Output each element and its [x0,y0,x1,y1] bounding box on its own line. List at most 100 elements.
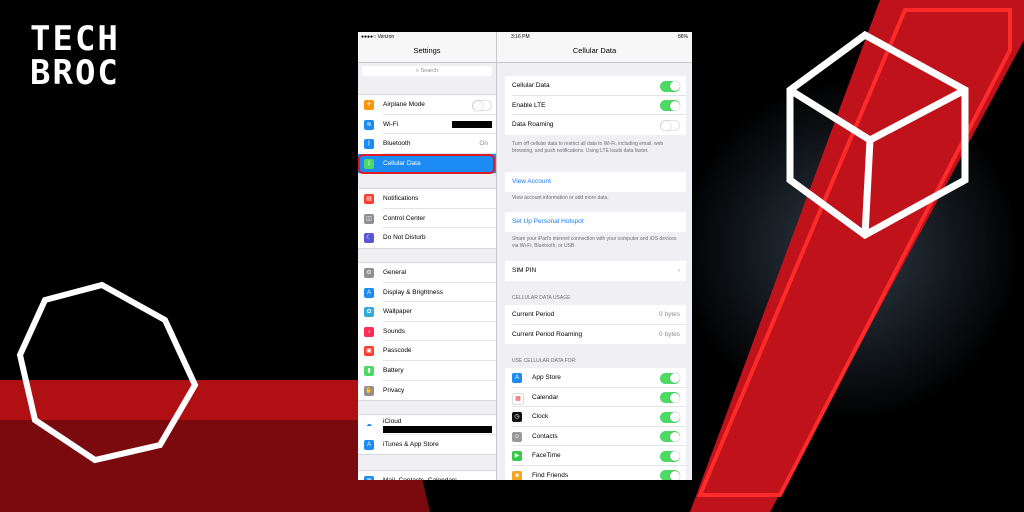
sim-pin-label: SIM PIN [512,267,537,274]
row-value: 0 bytes [659,311,680,318]
sidebar-item-sounds[interactable]: ♪ Sounds [358,322,496,342]
sidebar-item-icloud[interactable]: ☁ iCloud [358,415,496,435]
moon-icon: ☾ [364,233,374,244]
app-row-calendar: ▦ Calendar [505,388,686,408]
sound-icon: ♪ [364,326,374,337]
current-period-roaming-row: Current Period Roaming 0 bytes [505,325,686,345]
facetime-toggle[interactable] [660,450,680,462]
sidebar-item-control-center[interactable]: ◫ Control Center [358,209,496,229]
brand-logo: TECH BROC [30,22,120,90]
usage-group: Current Period 0 bytes Current Period Ro… [505,305,686,345]
airplane-icon: ✈ [364,100,374,110]
settings-group-notifications: ▤ Notifications ◫ Control Center ☾ Do No… [358,188,496,249]
row-label: Enable LTE [512,101,546,109]
sidebar-item-wallpaper[interactable]: ✿ Wallpaper [358,302,496,322]
personal-hotspot-link[interactable]: Set Up Personal Hotspot [505,212,686,232]
sidebar-item-label: Sounds [383,327,406,335]
sidebar-item-label: Control Center [383,214,426,222]
bluetooth-status: On [479,140,488,148]
app-label: FaceTime [532,452,561,460]
app-label: Clock [532,413,549,421]
hotspot-group: Set Up Personal Hotspot [505,212,686,232]
hotspot-label: Set Up Personal Hotspot [512,218,584,225]
sidebar-item-display-brightness[interactable]: A Display & Brightness [358,283,496,303]
lock-icon: ▣ [364,346,374,357]
search-placeholder: Search [420,68,439,74]
sim-pin-row[interactable]: SIM PIN › [505,261,686,281]
sidebar-item-label: Wi-Fi [383,120,399,128]
wallpaper-icon: ✿ [364,307,374,318]
app-store-toggle[interactable] [660,372,680,384]
brand-line-2: BROC [30,53,120,93]
sidebar-item-passcode[interactable]: ▣ Passcode [358,341,496,361]
wifi-icon: ≋ [364,119,374,130]
facetime-icon: ▶ [512,451,522,462]
carrier-label: ●●●●○ Verizon [361,34,395,40]
sidebar-item-label: Notifications [383,195,419,202]
sidebar-item-mail[interactable]: ✉ Mail, Contacts, Calendars [358,471,496,480]
app-label: Calendar [532,393,559,401]
usage-section-header: CELLULAR DATA USAGE [512,295,571,301]
app-row-app-store: A App Store [505,368,686,388]
redacted-account-email [383,426,492,433]
enable-lte-toggle[interactable] [660,100,680,112]
row-label: Current Period Roaming [512,330,583,338]
cellular-data-row: Cellular Data [505,76,686,96]
contacts-icon: ☺ [512,431,522,442]
sidebar-item-general[interactable]: ⚙ General [358,263,496,283]
cellular-data-note: Turn off cellular data to restrict all d… [512,141,664,154]
bluetooth-icon: ᛒ [364,139,374,150]
sidebar-item-airplane-mode[interactable]: ✈ Airplane Mode [358,95,496,115]
sidebar-item-battery[interactable]: ▮ Battery [358,361,496,381]
settings-group-general: ⚙ General A Display & Brightness ✿ Wallp… [358,262,496,402]
sidebar-item-label: Privacy [383,386,405,394]
search-input[interactable]: ⌕ Search [362,66,492,76]
find-friends-toggle[interactable] [660,470,680,480]
calendar-toggle[interactable] [660,392,680,404]
control-center-icon: ◫ [364,213,374,224]
app-store-icon: A [512,373,522,383]
detail-navbar: 3:16 PM 86% Cellular Data [497,32,692,63]
red-bar-left [0,380,380,420]
sidebar-item-privacy[interactable]: ✋ Privacy [358,381,496,401]
data-roaming-row: Data Roaming [505,115,686,135]
contacts-toggle[interactable] [660,431,680,443]
sidebar-item-bluetooth[interactable]: ᛒ Bluetooth On [358,134,496,154]
sidebar-item-itunes-app-store[interactable]: A iTunes & App Store [358,435,496,455]
brand-line-1: TECH [30,19,120,59]
view-account-link[interactable]: View Account [505,172,686,192]
sidebar-item-label: Bluetooth [383,140,411,148]
settings-sidebar: ●●●●○ Verizon Settings ⌕ Search ✈ Airpla… [358,32,497,480]
sidebar-item-label: General [383,269,407,276]
row-label: Current Period [512,311,555,318]
data-roaming-toggle[interactable] [660,119,680,131]
status-bar-right: 3:16 PM 86% [497,32,692,42]
hotspot-note: Share your iPad's internet connection wi… [512,236,677,249]
clock-icon: ◷ [512,412,522,423]
sidebar-item-do-not-disturb[interactable]: ☾ Do Not Disturb [358,228,496,248]
enable-lte-row: Enable LTE [505,96,686,116]
app-row-contacts: ☺ Contacts [505,427,686,447]
sidebar-item-label: Mail, Contacts, Calendars [383,471,457,480]
airplane-mode-toggle[interactable] [472,99,492,111]
clock-toggle[interactable] [660,411,680,423]
row-label: Data Roaming [512,121,554,129]
ipad-screen: ●●●●○ Verizon Settings ⌕ Search ✈ Airpla… [358,32,692,480]
battery-icon: ▮ [364,365,374,376]
cellular-data-toggle[interactable] [660,80,680,92]
time-label: 3:16 PM [511,34,530,40]
sidebar-item-wifi[interactable]: ≋ Wi-Fi [358,115,496,135]
app-row-clock: ◷ Clock [505,407,686,427]
view-account-group: View Account [505,172,686,192]
cellular-toggles-group: Cellular Data Enable LTE Data Roaming [505,76,686,135]
settings-group-mail: ✉ Mail, Contacts, Calendars [358,470,496,480]
notifications-icon: ▤ [364,194,374,204]
current-period-row: Current Period 0 bytes [505,305,686,325]
display-icon: A [364,287,374,298]
apps-group: A App Store ▦ Calendar ◷ Clock ☺ Contact… [505,368,686,480]
apps-section-header: USE CELLULAR DATA FOR: [512,358,577,364]
view-account-note: View account information or add more dat… [512,195,609,201]
sidebar-item-notifications[interactable]: ▤ Notifications [358,189,496,209]
sidebar-item-label: iTunes & App Store [383,440,439,448]
settings-group-accounts: ☁ iCloud A iTunes & App Store [358,414,496,456]
